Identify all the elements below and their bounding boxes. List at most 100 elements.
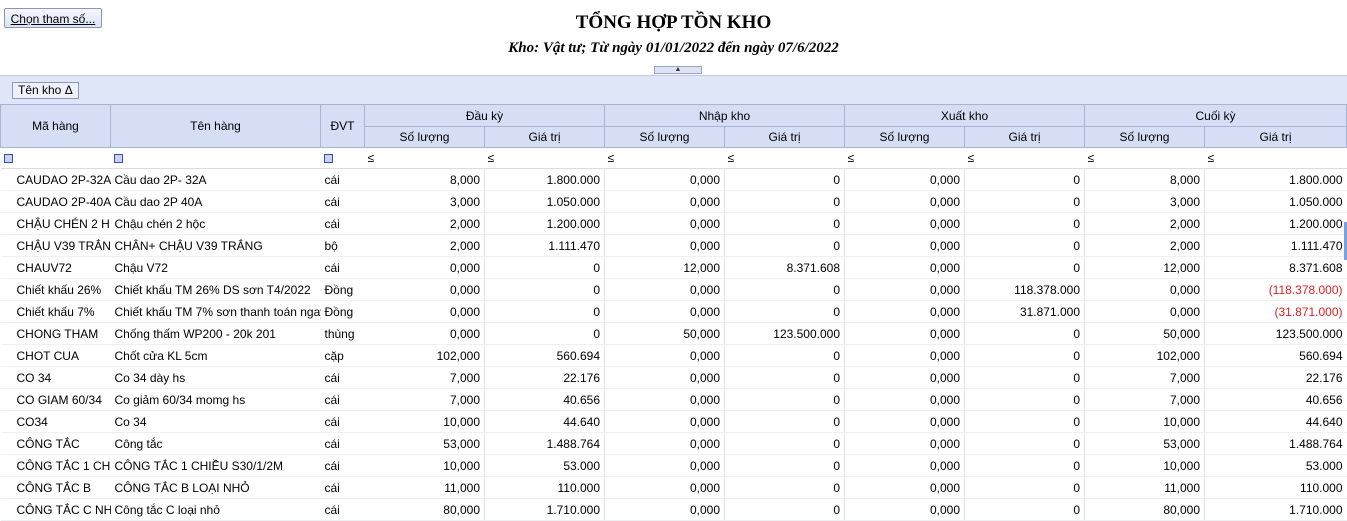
cell-close-val[interactable]: 1.488.764 bbox=[1204, 432, 1347, 455]
cell-in-qty[interactable]: 0,000 bbox=[604, 498, 726, 521]
cell-out-qty[interactable]: 0,000 bbox=[844, 498, 966, 521]
filter-cell-unit[interactable] bbox=[320, 147, 365, 169]
cell-open-val[interactable]: 110.000 bbox=[484, 476, 606, 499]
cell-unit[interactable]: cái bbox=[320, 388, 365, 411]
table-row[interactable]: CAUDAO 2P-32A Cầu dao 2P- 32A cái 8,000 1.80… bbox=[0, 168, 1347, 191]
table-row[interactable]: CÔNG TẮC C NH Công tắc C loại nhỏ cái 80,00… bbox=[0, 498, 1347, 521]
col-header-close-val[interactable]: Giá trị bbox=[1204, 126, 1347, 148]
cell-close-val[interactable]: (118.378.000) bbox=[1204, 278, 1347, 301]
cell-close-qty[interactable]: 11,000 bbox=[1084, 476, 1206, 499]
cell-open-qty[interactable]: 3,000 bbox=[364, 190, 485, 213]
filter-cell-code[interactable] bbox=[0, 147, 111, 169]
cell-out-val[interactable]: 0 bbox=[964, 454, 1086, 477]
cell-name[interactable]: CÔNG TẮC 1 CHIỀU S30/1/2M bbox=[110, 454, 321, 477]
cell-close-qty[interactable]: 8,000 bbox=[1084, 168, 1206, 191]
cell-open-val[interactable]: 560.694 bbox=[484, 344, 606, 367]
filter-cell-in-qty[interactable]: ≤ bbox=[604, 147, 725, 169]
cell-open-qty[interactable]: 7,000 bbox=[364, 366, 485, 389]
cell-out-val[interactable]: 0 bbox=[964, 322, 1086, 345]
cell-open-val[interactable]: 1.200.000 bbox=[484, 212, 606, 235]
cell-close-qty[interactable]: 7,000 bbox=[1084, 388, 1206, 411]
col-header-in-qty[interactable]: Số lượng bbox=[604, 126, 726, 148]
cell-out-qty[interactable]: 0,000 bbox=[844, 454, 966, 477]
cell-in-qty[interactable]: 12,000 bbox=[604, 256, 726, 279]
cell-close-qty[interactable]: 0,000 bbox=[1084, 278, 1206, 301]
col-header-unit[interactable]: ĐVT bbox=[320, 104, 365, 148]
filter-cell-in-val[interactable]: ≤ bbox=[724, 147, 845, 169]
filter-cell-out-qty[interactable]: ≤ bbox=[844, 147, 965, 169]
cell-open-qty[interactable]: 0,000 bbox=[364, 256, 485, 279]
cell-in-qty[interactable]: 0,000 bbox=[604, 388, 726, 411]
cell-out-val[interactable]: 0 bbox=[964, 190, 1086, 213]
cell-name[interactable]: Chậu V72 bbox=[110, 256, 321, 279]
cell-in-val[interactable]: 0 bbox=[724, 278, 846, 301]
cell-in-val[interactable]: 0 bbox=[724, 432, 846, 455]
cell-out-val[interactable]: 0 bbox=[964, 476, 1086, 499]
group-chip-warehouse[interactable]: Tên kho Δ bbox=[12, 82, 79, 99]
cell-in-val[interactable]: 0 bbox=[724, 366, 846, 389]
cell-open-qty[interactable]: 2,000 bbox=[364, 212, 485, 235]
cell-open-qty[interactable]: 8,000 bbox=[364, 168, 485, 191]
cell-unit[interactable]: cái bbox=[320, 366, 365, 389]
cell-close-val[interactable]: 22.176 bbox=[1204, 366, 1347, 389]
cell-open-qty[interactable]: 0,000 bbox=[364, 300, 485, 323]
cell-in-val[interactable]: 0 bbox=[724, 168, 846, 191]
cell-in-qty[interactable]: 0,000 bbox=[604, 410, 726, 433]
cell-unit[interactable]: thùng bbox=[320, 322, 365, 345]
cell-close-qty[interactable]: 10,000 bbox=[1084, 410, 1206, 433]
cell-out-val[interactable]: 0 bbox=[964, 344, 1086, 367]
cell-in-qty[interactable]: 0,000 bbox=[604, 366, 726, 389]
cell-close-qty[interactable]: 7,000 bbox=[1084, 366, 1206, 389]
col-header-close-qty[interactable]: Số lượng bbox=[1084, 126, 1206, 148]
cell-code[interactable]: CHONG THAM bbox=[0, 322, 111, 345]
cell-close-val[interactable]: 40.656 bbox=[1204, 388, 1347, 411]
cell-in-qty[interactable]: 0,000 bbox=[604, 476, 726, 499]
cell-out-val[interactable]: 0 bbox=[964, 410, 1086, 433]
cell-out-val[interactable]: 0 bbox=[964, 234, 1086, 257]
cell-unit[interactable]: Đồng bbox=[320, 300, 365, 323]
cell-open-val[interactable]: 0 bbox=[484, 322, 606, 345]
cell-open-val[interactable]: 0 bbox=[484, 300, 606, 323]
cell-in-qty[interactable]: 0,000 bbox=[604, 168, 726, 191]
cell-name[interactable]: Chậu chén 2 hộc bbox=[110, 212, 321, 235]
cell-name[interactable]: Co 34 dày hs bbox=[110, 366, 321, 389]
cell-open-val[interactable]: 0 bbox=[484, 256, 606, 279]
cell-out-qty[interactable]: 0,000 bbox=[844, 344, 966, 367]
cell-out-val[interactable]: 0 bbox=[964, 432, 1086, 455]
cell-out-val[interactable]: 0 bbox=[964, 256, 1086, 279]
cell-code[interactable]: CHAUV72 bbox=[0, 256, 111, 279]
cell-out-qty[interactable]: 0,000 bbox=[844, 432, 966, 455]
col-header-out-val[interactable]: Giá trị bbox=[964, 126, 1086, 148]
cell-close-qty[interactable]: 2,000 bbox=[1084, 212, 1206, 235]
filter-cell-open-val[interactable]: ≤ bbox=[484, 147, 605, 169]
cell-in-qty[interactable]: 0,000 bbox=[604, 454, 726, 477]
cell-open-val[interactable]: 0 bbox=[484, 278, 606, 301]
cell-close-val[interactable]: 1.050.000 bbox=[1204, 190, 1347, 213]
cell-in-qty[interactable]: 0,000 bbox=[604, 344, 726, 367]
cell-in-qty[interactable]: 0,000 bbox=[604, 212, 726, 235]
cell-code[interactable]: CÔNG TẮC C NH bbox=[0, 498, 111, 521]
filter-cell-out-val[interactable]: ≤ bbox=[964, 147, 1085, 169]
cell-out-val[interactable]: 0 bbox=[964, 168, 1086, 191]
cell-open-qty[interactable]: 53,000 bbox=[364, 432, 485, 455]
cell-unit[interactable]: cái bbox=[320, 168, 365, 191]
cell-open-qty[interactable]: 0,000 bbox=[364, 322, 485, 345]
cell-name[interactable]: Cầu dao 2P 40A bbox=[110, 190, 321, 213]
cell-close-qty[interactable]: 12,000 bbox=[1084, 256, 1206, 279]
cell-close-val[interactable]: 110.000 bbox=[1204, 476, 1347, 499]
cell-unit[interactable]: cái bbox=[320, 476, 365, 499]
cell-out-val[interactable]: 0 bbox=[964, 388, 1086, 411]
cell-in-val[interactable]: 0 bbox=[724, 498, 846, 521]
cell-open-qty[interactable]: 10,000 bbox=[364, 454, 485, 477]
cell-in-qty[interactable]: 0,000 bbox=[604, 278, 726, 301]
filter-cell-name[interactable] bbox=[110, 147, 321, 169]
cell-name[interactable]: Co giảm 60/34 momg hs bbox=[110, 388, 321, 411]
cell-unit[interactable]: cái bbox=[320, 454, 365, 477]
col-header-out-qty[interactable]: Số lượng bbox=[844, 126, 966, 148]
col-header-in-val[interactable]: Giá trị bbox=[724, 126, 846, 148]
table-row[interactable]: CÔNG TẮC 1 CH CÔNG TẮC 1 CHIỀU S30/1/2M cá… bbox=[0, 454, 1347, 477]
cell-name[interactable]: CÔNG TẮC B LOẠI NHỎ bbox=[110, 476, 321, 499]
cell-out-val[interactable]: 0 bbox=[964, 498, 1086, 521]
col-header-name[interactable]: Tên hàng bbox=[110, 104, 321, 148]
cell-unit[interactable]: cái bbox=[320, 410, 365, 433]
